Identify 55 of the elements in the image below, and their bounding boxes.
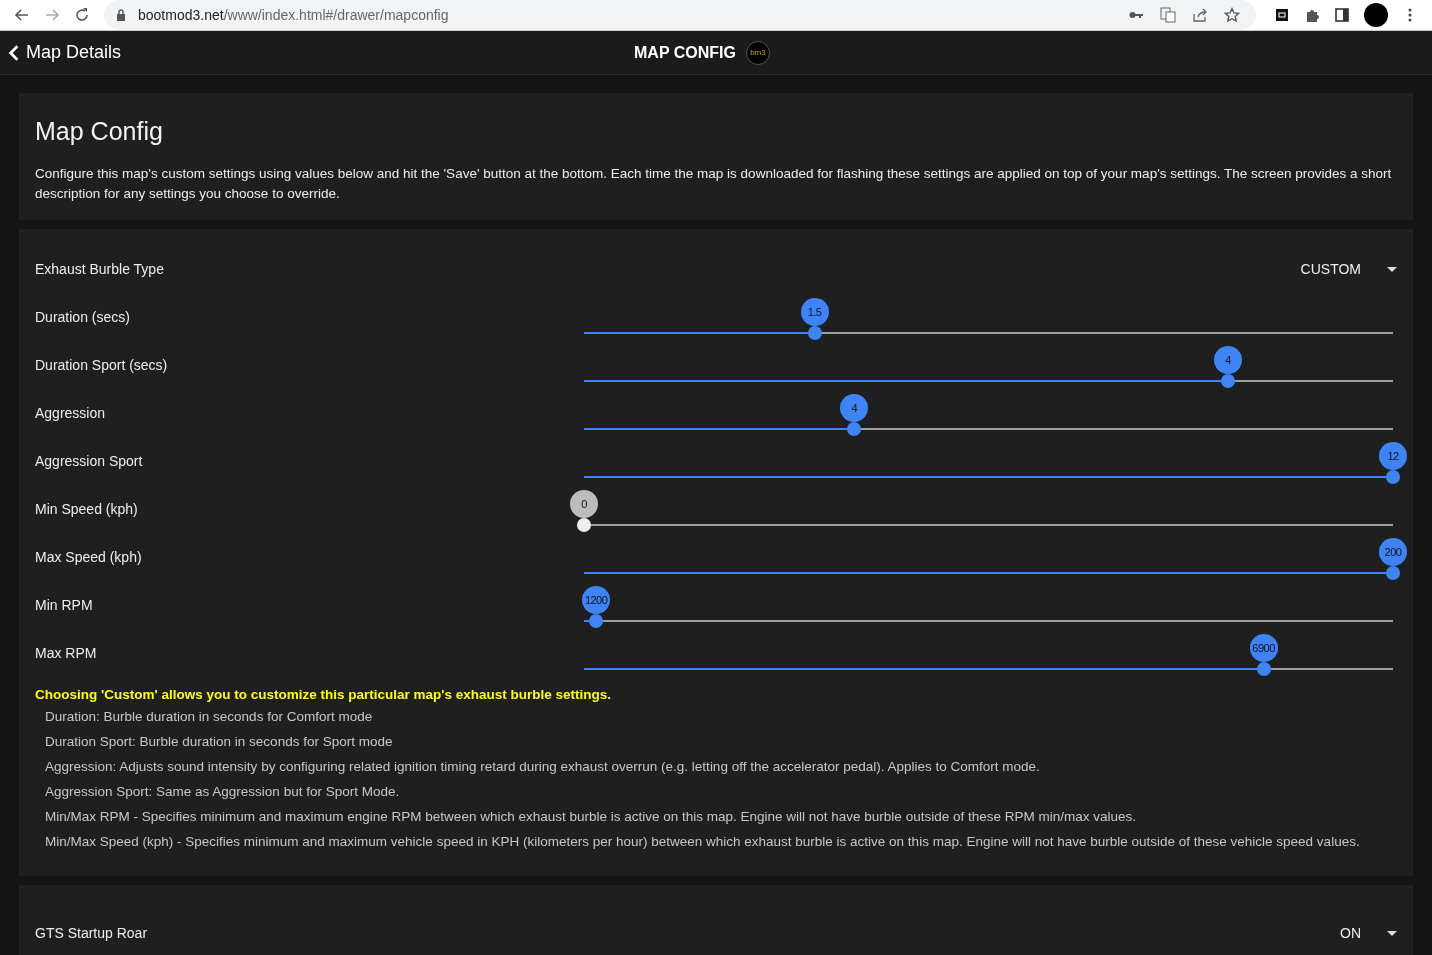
dropdown[interactable]: CUSTOM: [1300, 261, 1397, 277]
slider-thumb[interactable]: [577, 518, 591, 532]
setting-label: Max Speed (kph): [35, 549, 143, 565]
section-title: Map Config: [35, 117, 164, 146]
setting-label: Min Speed (kph): [35, 501, 139, 517]
help-text: Min/Max Speed (kph) - Specifies minimum and maximum vehicle speed in KPH (kilometers per hour) between which exhaust burble is active on this map. Engine will not have burble outside of these vehicle speed values.: [44, 833, 1361, 851]
translate-icon[interactable]: [1160, 7, 1176, 23]
setting-label: Aggression Sport: [35, 453, 144, 469]
slider-thumb[interactable]: [1386, 566, 1400, 580]
puzzle-icon[interactable]: [1304, 7, 1320, 23]
bm3-logo: bm3: [745, 40, 770, 65]
description-text: Configure this map's custom settings using values below and hit the 'Save' button at the bottom. Each time the map is downloaded for flashing these settings are applied on top of your map's settings. The screen provides a short description for any settings you choose to override.: [35, 165, 1393, 203]
slider-thumb[interactable]: [847, 422, 862, 436]
value-label: 12: [1379, 442, 1407, 470]
share-icon[interactable]: [1192, 7, 1208, 23]
slider-thumb[interactable]: [1220, 374, 1235, 388]
value-label: 1.5: [800, 298, 829, 326]
setting-label: Exhaust Burble Type: [35, 261, 165, 277]
help-text: Min/Max RPM - Specifies minimum and maximum engine RPM between which exhaust burble is active on this map. Engine will not have burble outside of these RPM min/max values.: [44, 808, 1137, 826]
value-label: 4: [840, 394, 869, 422]
value-label: 1200: [582, 586, 611, 614]
slider-thumb[interactable]: [1386, 470, 1400, 484]
side-panel-icon[interactable]: [1334, 7, 1350, 23]
dropdown[interactable]: ON: [1340, 925, 1397, 941]
address-bar[interactable]: bootmod3.net/www/index.html#/drawer/mapconfig: [104, 0, 1256, 30]
setting-label: GTS Startup Roar: [35, 925, 149, 941]
lock-icon: [116, 9, 126, 21]
setting-label: Max RPM: [35, 645, 98, 661]
url-text: bootmod3.net/www/index.html#/drawer/mapconfig: [138, 7, 449, 23]
slider-thumb[interactable]: [589, 614, 604, 628]
value-label: 6900: [1249, 634, 1278, 662]
caret-icon: [1387, 930, 1397, 936]
setting-label: Min RPM: [35, 597, 94, 613]
extension-icon[interactable]: [1274, 7, 1290, 23]
setting-label: Aggression: [35, 405, 107, 421]
back-button[interactable]: Map Details: [0, 31, 130, 74]
reload-icon[interactable]: [74, 7, 90, 23]
slider-thumb[interactable]: [807, 326, 822, 340]
setting-label: Duration (secs): [35, 309, 131, 325]
help-text: Aggression Sport: Same as Aggression but for Sport Mode.: [44, 783, 401, 801]
value-label: 4: [1213, 346, 1242, 374]
page-title: MAP CONFIG: [634, 43, 736, 62]
help-text: Duration: Burble duration in seconds for Comfort mode: [44, 708, 374, 726]
star-icon[interactable]: [1224, 7, 1240, 23]
note-text: Choosing 'Custom' allows you to customize this particular map's exhaust burble settings.: [35, 687, 612, 702]
caret-icon: [1387, 266, 1397, 272]
chevron-left-icon: [8, 43, 20, 62]
profile-avatar-icon[interactable]: [1364, 3, 1388, 27]
help-text: Aggression: Adjusts sound intensity by configuring related ignition timing retard during exhaust overrun (e.g. letting off the accelerator pedal). Applies to Comfort mode.: [44, 758, 1041, 776]
help-text: Duration Sport: Burble duration in seconds for Sport mode: [44, 733, 394, 751]
value-label: 0: [570, 490, 598, 518]
slider-thumb[interactable]: [1256, 662, 1271, 676]
back-icon[interactable]: [14, 7, 30, 23]
setting-label: Duration Sport (secs): [35, 357, 169, 373]
value-label: 200: [1379, 538, 1407, 566]
